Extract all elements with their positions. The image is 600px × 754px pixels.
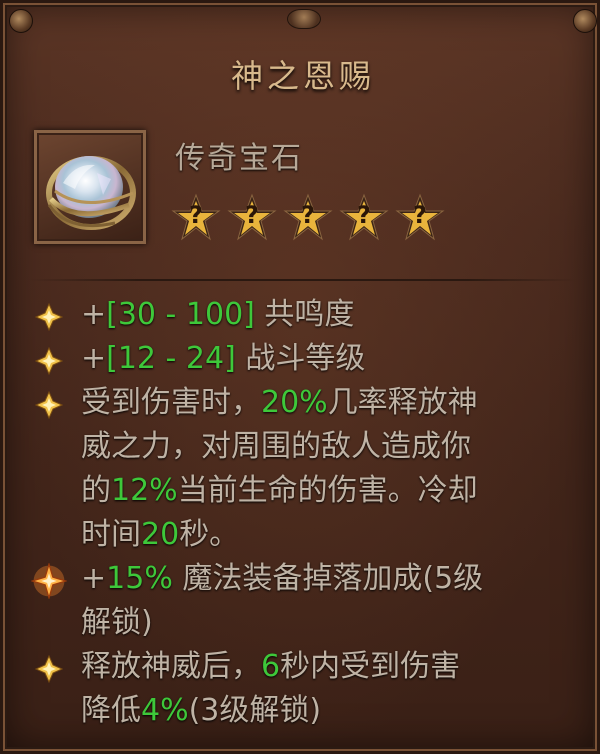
affix-line: +15% 魔法装备掉落加成(5级 解锁) [31, 557, 581, 645]
socket-label: ? [357, 201, 371, 229]
unknown-star-socket-icon: ? [283, 193, 333, 243]
affix-value: 6 [261, 649, 281, 684]
tooltip-title: 神之恩赐 [230, 57, 375, 95]
affix-segment: 战斗等级 [235, 341, 366, 376]
affix-value: 20% [261, 385, 328, 420]
affix-segment: + [81, 297, 107, 332]
affix-value: 20 [141, 517, 180, 552]
affix-segment: 当前生命的伤害。冷却 [177, 473, 478, 508]
unknown-star-socket-icon: ? [395, 193, 445, 243]
affix-value: 12% [111, 473, 178, 508]
affix-segment: (3级解锁) [188, 693, 322, 728]
item-type-label: 传奇宝石 [175, 141, 303, 176]
corner-ornament-icon [9, 9, 33, 33]
affix-segment: 受到伤害时， [81, 385, 261, 420]
affix-value: 4% [141, 693, 189, 728]
affix-text: 释放神威后，6秒内受到伤害降低4%(3级解锁) [81, 649, 460, 728]
legendary-gem-icon [46, 156, 136, 230]
affix-value: 15% [106, 561, 173, 596]
divider [29, 279, 577, 281]
affix-value: [12 - 24] [106, 341, 236, 376]
affix-segment: 威之力，对周围的敌人造成你 [81, 429, 471, 464]
affix-segment: 几率释放神 [327, 385, 478, 420]
gold-diamond-bullet-icon [35, 391, 63, 419]
affix-line: 释放神威后，6秒内受到伤害降低4%(3级解锁) [35, 645, 581, 733]
affix-text: +[30 - 100] 共鸣度 [81, 297, 354, 332]
affix-segment: 魔法装备掉落加成(5级 [172, 561, 484, 596]
affix-segment: 释放神威后， [81, 649, 261, 684]
affix-segment: + [81, 341, 107, 376]
affix-segment: 共鸣度 [254, 297, 355, 332]
top-medallion-icon [287, 9, 321, 29]
affix-line: +[12 - 24] 战斗等级 [35, 337, 581, 381]
affix-text: 受到伤害时，20%几率释放神威之力，对周围的敌人造成你 的12%当前生命的伤害。冷… [81, 385, 478, 552]
unknown-star-socket-icon: ? [339, 193, 389, 243]
socket-label: ? [301, 201, 315, 229]
gold-diamond-bullet-icon [35, 303, 63, 331]
socket-label: ? [413, 201, 427, 229]
unknown-star-socket-icon: ? [171, 193, 221, 243]
affix-line: 受到伤害时，20%几率释放神威之力，对周围的敌人造成你 的12%当前生命的伤害。冷… [35, 381, 581, 557]
affix-text: +[12 - 24] 战斗等级 [81, 341, 365, 376]
affix-segment: 时间 [81, 517, 141, 552]
affix-segment: 的 [81, 473, 111, 508]
affix-segment: 降低 [81, 693, 141, 728]
affix-segment: 秒。 [179, 517, 240, 552]
unknown-star-socket-icon: ? [227, 193, 277, 243]
affix-value: [30 - 100] [106, 297, 255, 332]
affix-segment: 解锁) [81, 605, 153, 640]
socket-label: ? [245, 201, 259, 229]
affix-segment: + [81, 561, 107, 596]
corner-ornament-icon [573, 9, 597, 33]
gold-diamond-bullet-icon [35, 347, 63, 375]
item-icon-frame [34, 130, 146, 244]
glowing-star-bullet-icon [31, 563, 67, 599]
item-tooltip: 神之恩赐 传奇宝石 ? ? ? ? ? +[30 - 100] 共鸣度 +[12… [0, 0, 600, 754]
socket-label: ? [189, 201, 203, 229]
affix-text: +15% 魔法装备掉落加成(5级 解锁) [81, 561, 483, 640]
affix-line: +[30 - 100] 共鸣度 [35, 293, 581, 337]
affix-segment: 秒内受到伤害 [280, 649, 461, 684]
gold-diamond-bullet-icon [35, 655, 63, 683]
